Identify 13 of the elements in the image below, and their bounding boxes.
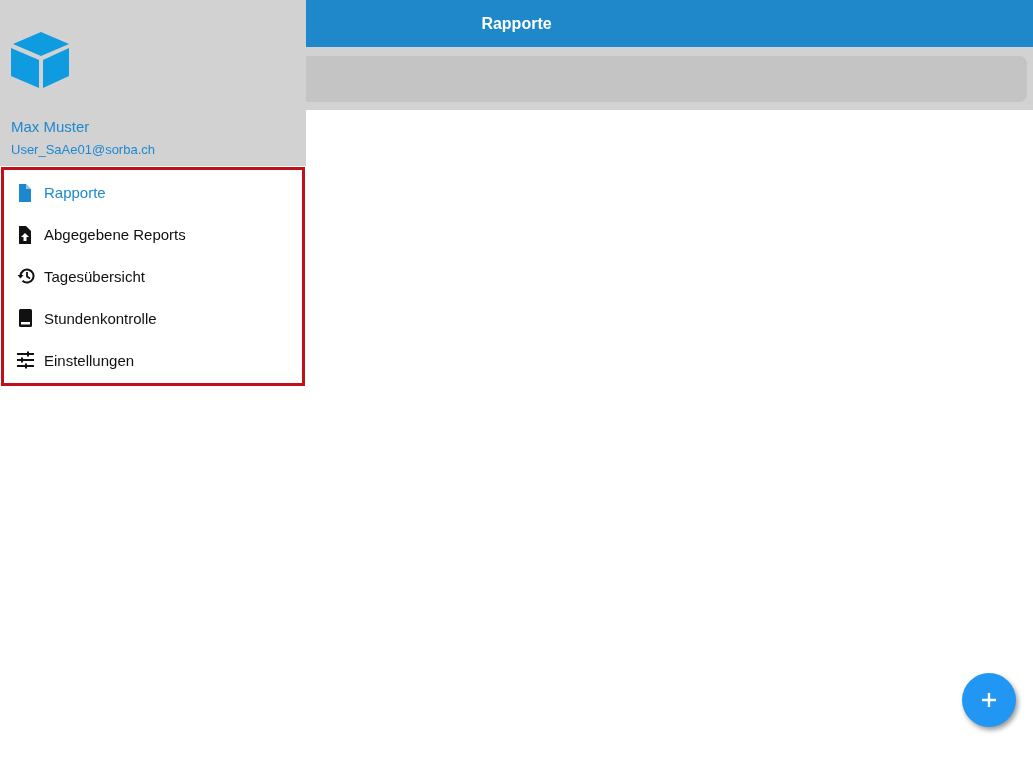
menu-item[interactable]: Rapporte [4, 172, 302, 214]
menu-item[interactable]: Einstellungen [4, 339, 302, 381]
user-email: User_SaAe01@sorba.ch [11, 142, 156, 157]
menu-item[interactable]: Tagesübersicht [4, 255, 302, 298]
menu-item[interactable]: Abgegebene Reports [4, 213, 302, 256]
cube-logo-icon [11, 30, 71, 90]
user-name: Max Muster [11, 118, 91, 135]
menu-item[interactable]: Stundenkontrolle [4, 297, 302, 340]
sliders-icon [16, 350, 35, 371]
page-title: Rapporte [481, 14, 552, 33]
book-icon [16, 308, 35, 329]
plus-icon [980, 691, 998, 709]
add-button[interactable] [962, 673, 1016, 727]
